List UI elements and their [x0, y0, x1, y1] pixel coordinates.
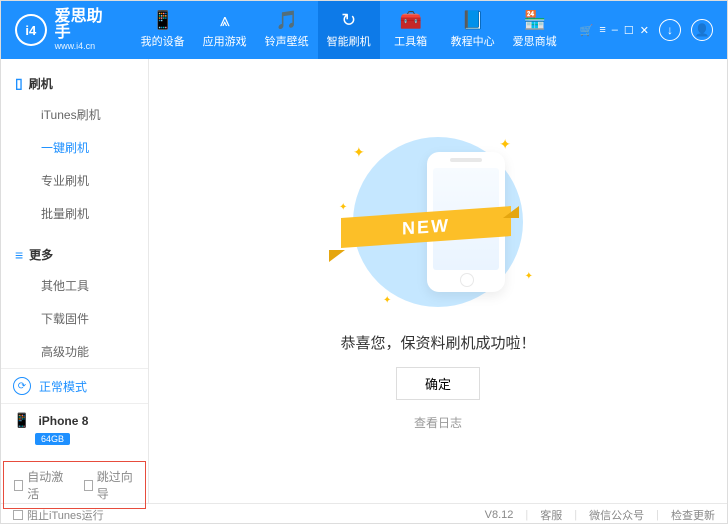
view-log-link[interactable]: 查看日志 [414, 414, 462, 431]
sidebar-item-pro-flash[interactable]: 专业刷机 [1, 164, 148, 197]
support-link[interactable]: 客服 [540, 507, 562, 523]
maximize-button[interactable]: ☐ [624, 24, 634, 37]
star-icon: ✦ [353, 144, 365, 161]
cart-icon[interactable]: 🛒 [580, 24, 594, 37]
ok-button[interactable]: 确定 [396, 367, 480, 400]
sidebar-item-itunes-flash[interactable]: iTunes刷机 [1, 98, 148, 131]
menu-icon[interactable]: ≡ [599, 24, 605, 37]
nav-tutorials[interactable]: 📘教程中心 [442, 1, 504, 59]
sidebar-section-more[interactable]: ≡更多 [1, 240, 148, 269]
close-button[interactable]: ✕ [640, 24, 649, 37]
star-icon: ✦ [383, 295, 391, 306]
apps-icon: ⩓ [220, 11, 230, 29]
flash-icon: ↻ [341, 11, 356, 29]
brand-name: 爱思助手 [55, 9, 118, 41]
music-icon: 🎵 [275, 11, 297, 29]
nav-my-device[interactable]: 📱我的设备 [132, 1, 194, 59]
ribbon-label: NEW [341, 206, 511, 248]
device-icon: 📱 [151, 11, 173, 29]
list-icon: ≡ [15, 247, 23, 263]
wechat-link[interactable]: 微信公众号 [589, 507, 644, 523]
sidebar-item-onekey-flash[interactable]: 一键刷机 [1, 131, 148, 164]
sidebar-section-flash[interactable]: ▯刷机 [1, 69, 148, 98]
star-icon: ✦ [339, 202, 347, 213]
logo-badge: i4 [15, 14, 47, 46]
check-update-link[interactable]: 检查更新 [671, 507, 715, 523]
sidebar-item-download-fw[interactable]: 下载固件 [1, 302, 148, 335]
sidebar: ▯刷机 iTunes刷机 一键刷机 专业刷机 批量刷机 ≡更多 其他工具 下载固… [1, 59, 149, 503]
main-area: ▯刷机 iTunes刷机 一键刷机 专业刷机 批量刷机 ≡更多 其他工具 下载固… [1, 59, 727, 503]
sidebar-item-advanced[interactable]: 高级功能 [1, 335, 148, 368]
sidebar-item-other-tools[interactable]: 其他工具 [1, 269, 148, 302]
nav-flash[interactable]: ↻智能刷机 [318, 1, 380, 59]
nav-apps[interactable]: ⩓应用游戏 [194, 1, 256, 59]
version-label: V8.12 [485, 509, 514, 521]
device-indicator[interactable]: 📱 iPhone 8 64GB [1, 403, 148, 453]
sidebar-item-batch-flash[interactable]: 批量刷机 [1, 197, 148, 230]
device-phone-icon: 📱 [13, 412, 30, 429]
top-nav: 📱我的设备 ⩓应用游戏 🎵铃声壁纸 ↻智能刷机 🧰工具箱 📘教程中心 🏪爱思商城 [132, 1, 566, 59]
success-message: 恭喜您，保资料刷机成功啦！ [340, 332, 535, 353]
auto-activate-checkbox[interactable]: 自动激活 [14, 468, 66, 502]
options-highlight-box: 自动激活 跳过向导 [3, 461, 146, 509]
nav-ringtones[interactable]: 🎵铃声壁纸 [256, 1, 318, 59]
app-header: i4 爱思助手 www.i4.cn 📱我的设备 ⩓应用游戏 🎵铃声壁纸 ↻智能刷… [1, 1, 727, 59]
content-panel: NEW ✦ ✦ ✦ ✦ ✦ 恭喜您，保资料刷机成功啦！ 确定 查看日志 [149, 59, 727, 503]
star-icon: ✦ [525, 271, 533, 282]
nav-toolbox[interactable]: 🧰工具箱 [380, 1, 442, 59]
header-right: 🛒 ≡ – ☐ ✕ ↓ 👤 [566, 1, 727, 59]
phone-icon: ▯ [15, 75, 23, 92]
nav-store[interactable]: 🏪爱思商城 [504, 1, 566, 59]
book-icon: 📘 [461, 11, 483, 29]
success-illustration: NEW ✦ ✦ ✦ ✦ ✦ [333, 132, 543, 312]
brand-url: www.i4.cn [55, 41, 118, 51]
capacity-badge: 64GB [35, 433, 70, 445]
toolbox-icon: 🧰 [399, 11, 421, 29]
star-icon: ✦ [499, 136, 511, 153]
store-icon: 🏪 [523, 11, 545, 29]
brand-logo: i4 爱思助手 www.i4.cn [1, 1, 132, 59]
window-controls: 🛒 ≡ – ☐ ✕ [580, 24, 649, 37]
download-icon[interactable]: ↓ [659, 19, 681, 41]
mode-indicator[interactable]: ⟳ 正常模式 [1, 368, 148, 403]
block-itunes-checkbox[interactable]: 阻止iTunes运行 [13, 507, 104, 523]
user-icon[interactable]: 👤 [691, 19, 713, 41]
minimize-button[interactable]: – [612, 24, 618, 37]
skip-guide-checkbox[interactable]: 跳过向导 [84, 468, 136, 502]
mode-icon: ⟳ [13, 377, 31, 395]
